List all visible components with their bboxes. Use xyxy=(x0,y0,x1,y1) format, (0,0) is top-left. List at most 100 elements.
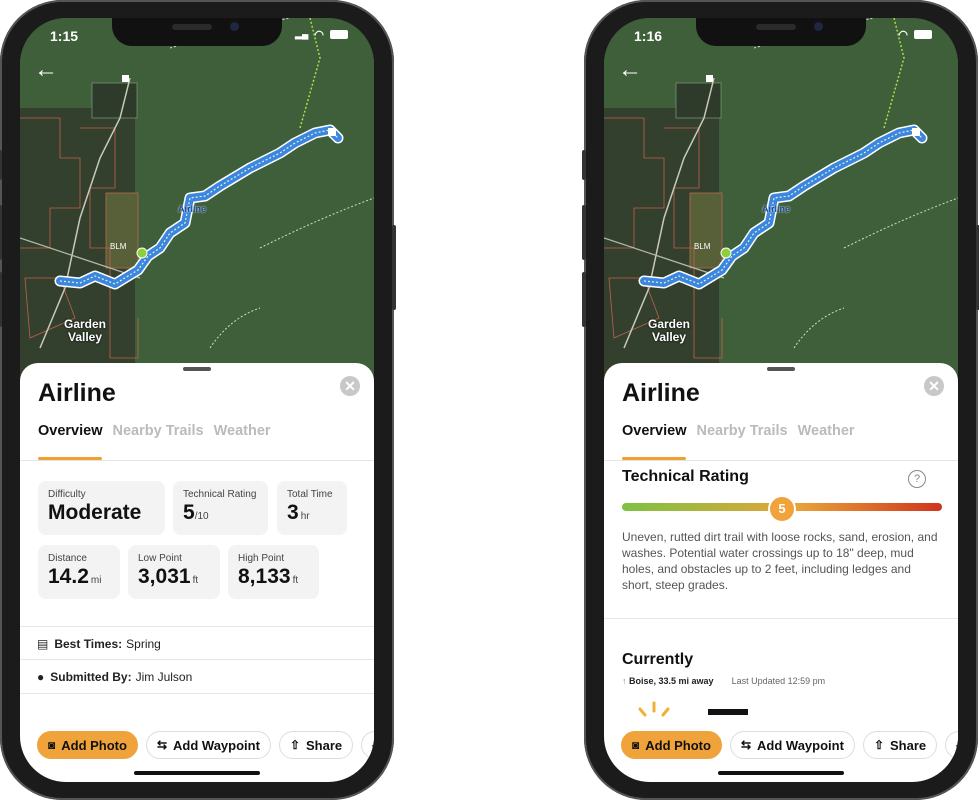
close-button[interactable]: ✕ xyxy=(340,376,360,396)
stat-difficulty: Difficulty Moderate xyxy=(38,481,165,535)
add-waypoint-button[interactable]: ⇆ Add Waypoint xyxy=(729,731,855,759)
add-waypoint-label: Add Waypoint xyxy=(173,737,260,753)
stat-value: 8,133 ft xyxy=(238,565,309,589)
stat-label: Distance xyxy=(48,553,87,564)
currently-title: Currently xyxy=(622,651,694,668)
share-label: Share xyxy=(306,737,343,753)
stat-label: High Point xyxy=(238,553,285,564)
trail-detail-sheet: ✕ Airline Overview Nearby Trails Weather… xyxy=(20,363,374,782)
stat-label: Difficulty xyxy=(48,489,86,500)
status-time: 1:16 xyxy=(634,28,663,44)
tab-weather[interactable]: Weather xyxy=(214,423,271,439)
volume-up-button xyxy=(582,205,586,260)
location-pin-icon: ↑ xyxy=(622,676,630,686)
stat-value: 3,031 ft xyxy=(138,565,210,589)
map-label-town-line2: Valley xyxy=(651,330,687,344)
best-times-label: Best Times: xyxy=(54,636,123,651)
best-times-value: Spring xyxy=(126,636,161,651)
phone-frame-technical-rating: Airline BLM Garden Valley 1:16 ◠ ← ✕ Air… xyxy=(582,0,979,800)
tab-bar: Overview Nearby Trails Weather xyxy=(38,423,271,439)
submitted-by-row: ● Submitted By: Jim Julson xyxy=(20,659,374,694)
share-button[interactable]: ⇧ Share xyxy=(278,731,354,759)
tab-overview[interactable]: Overview xyxy=(622,423,687,439)
close-button[interactable]: ✕ xyxy=(924,376,944,396)
signal-icon: ▂▄ xyxy=(295,29,309,39)
add-photo-button[interactable]: ◙ Add Photo xyxy=(621,731,722,759)
stat-unit: ft xyxy=(192,575,199,586)
map-label-trail: Airline xyxy=(178,204,207,214)
more-action-button[interactable]: ◆ xyxy=(945,731,958,759)
stat-label: Low Point xyxy=(138,553,182,564)
tab-weather[interactable]: Weather xyxy=(798,423,855,439)
navigate-icon: ◆ xyxy=(372,738,374,752)
stat-unit: hr xyxy=(300,511,310,522)
stat-value-text: 14.2 xyxy=(48,565,89,588)
map-label-trail: Airline xyxy=(762,204,791,214)
stat-unit: mi xyxy=(90,575,102,586)
technical-rating-title: Technical Rating xyxy=(622,468,749,485)
currently-meta: ↑ Boise, 33.5 mi away Last Updated 12:59… xyxy=(622,676,825,686)
temperature-value-partial xyxy=(708,709,748,715)
navigate-icon: ◆ xyxy=(956,738,958,752)
map-label-area: BLM xyxy=(110,242,127,251)
tab-nearby-trails[interactable]: Nearby Trails xyxy=(697,423,788,439)
stat-value-text: 3 xyxy=(287,501,299,524)
map-label-town-line2: Valley xyxy=(67,330,103,344)
best-times-row: ▤ Best Times: Spring xyxy=(20,626,374,660)
camera-icon: ◙ xyxy=(632,738,640,752)
stat-label: Total Time xyxy=(287,489,333,500)
stat-unit: ft xyxy=(292,575,299,586)
add-photo-button[interactable]: ◙ Add Photo xyxy=(37,731,138,759)
stat-value-text: 3,031 xyxy=(138,565,191,588)
back-arrow-icon[interactable]: ← xyxy=(618,56,642,84)
trail-detail-sheet: ✕ Airline Overview Nearby Trails Weather… xyxy=(604,363,958,782)
tab-overview[interactable]: Overview xyxy=(38,423,103,439)
technical-rating-scale: 5 xyxy=(622,495,942,523)
map-label-area: BLM xyxy=(694,242,711,251)
submitted-by-value[interactable]: Jim Julson xyxy=(136,670,193,684)
stat-value-text: 5 xyxy=(183,501,195,524)
status-bar: 1:15 ▂▄ ◠ xyxy=(20,28,374,48)
volume-down-button xyxy=(0,272,2,327)
sheet-grabber[interactable] xyxy=(767,367,795,371)
wifi-icon: ◠ xyxy=(314,29,324,41)
stat-high-point: High Point 8,133 ft xyxy=(228,545,319,599)
technical-rating-description: Uneven, rutted dirt trail with loose roc… xyxy=(622,530,938,592)
trail-title: Airline xyxy=(38,379,116,407)
stat-unit: /10 xyxy=(194,511,209,522)
help-icon[interactable]: ? xyxy=(908,470,926,488)
route-icon: ⇆ xyxy=(740,738,752,752)
map-label-town: Garden Valley xyxy=(648,318,690,344)
battery-icon xyxy=(330,30,348,39)
stat-value: 3 hr xyxy=(287,501,337,525)
stat-low-point: Low Point 3,031 ft xyxy=(128,545,220,599)
tab-divider xyxy=(604,460,958,461)
tab-nearby-trails[interactable]: Nearby Trails xyxy=(113,423,204,439)
stat-value: 5/10 xyxy=(183,501,258,525)
stat-value: 14.2 mi xyxy=(48,565,110,589)
share-label: Share xyxy=(890,737,927,753)
submitted-by-label: Submitted By: xyxy=(50,669,132,684)
sheet-grabber[interactable] xyxy=(183,367,211,371)
screen: Airline BLM Garden Valley 1:16 ◠ ← ✕ Air… xyxy=(604,18,958,782)
add-waypoint-button[interactable]: ⇆ Add Waypoint xyxy=(145,731,271,759)
sun-icon xyxy=(638,701,670,717)
power-button xyxy=(392,225,396,310)
mute-switch xyxy=(582,150,586,180)
wifi-icon: ◠ xyxy=(898,29,908,41)
home-indicator xyxy=(718,771,844,775)
stat-value-text: Moderate xyxy=(48,501,142,524)
add-waypoint-label: Add Waypoint xyxy=(757,737,844,753)
stat-value: Moderate xyxy=(48,501,155,525)
more-action-button[interactable]: ◆ xyxy=(361,731,374,759)
stat-distance: Distance 14.2 mi xyxy=(38,545,120,599)
screen: Airline BLM Garden Valley 1:15 ▂▄ ◠ ← ✕ … xyxy=(20,18,374,782)
status-time: 1:15 xyxy=(50,28,79,44)
stat-total-time: Total Time 3 hr xyxy=(277,481,347,535)
route-icon: ⇆ xyxy=(156,738,168,752)
trail-title: Airline xyxy=(622,379,700,407)
share-icon: ⇧ xyxy=(289,738,300,752)
share-button[interactable]: ⇧ Share xyxy=(862,731,938,759)
weather-location-text: Boise, 33.5 mi away xyxy=(629,676,714,686)
back-arrow-icon[interactable]: ← xyxy=(34,56,58,84)
